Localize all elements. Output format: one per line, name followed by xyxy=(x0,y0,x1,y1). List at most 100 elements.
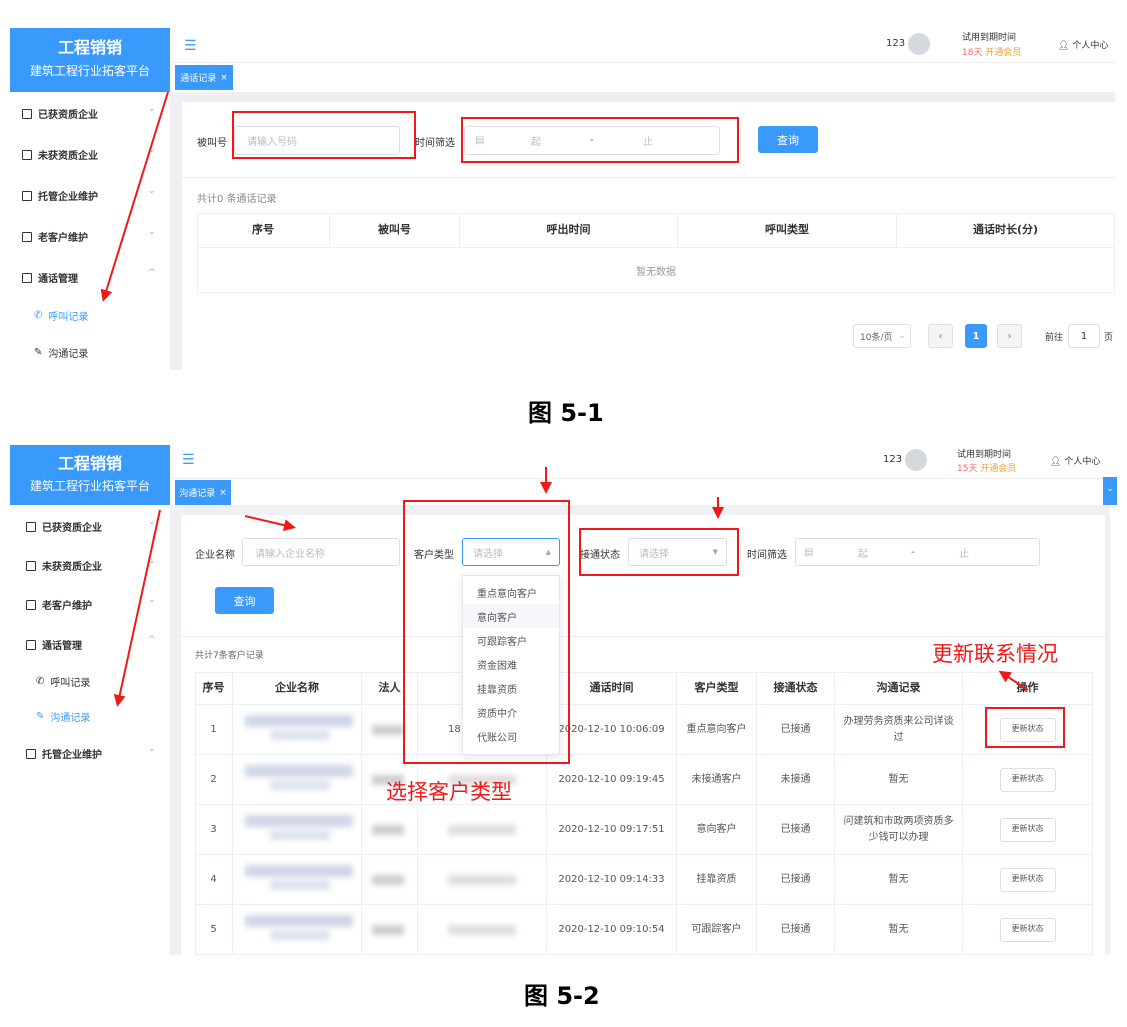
called-label: 被叫号 xyxy=(197,138,227,149)
tab-communication-records[interactable]: 沟通记录 × xyxy=(175,480,231,505)
menu-call-records[interactable]: ✆ 呼叫记录 xyxy=(34,308,88,323)
menu-communication-records[interactable]: ✎ 沟通记录 xyxy=(34,345,88,360)
close-icon[interactable]: × xyxy=(219,488,227,498)
table-cell-time: 2020-12-10 09:10:54 xyxy=(547,905,677,955)
date-end: 止 xyxy=(959,548,969,560)
book-icon xyxy=(22,190,32,201)
hamburger-icon[interactable]: ☰ xyxy=(184,38,197,54)
brand-header: 工程销销 建筑工程行业拓客平台 xyxy=(10,28,170,92)
record-count: 共计0 条通话记录 xyxy=(197,194,277,205)
profile-link[interactable]: 👤︎ 个人中心 xyxy=(1050,454,1100,467)
user-id: 123 xyxy=(886,38,906,49)
building-icon xyxy=(26,521,36,532)
close-icon[interactable]: × xyxy=(220,73,228,83)
table-cell-note: 暂无 xyxy=(835,905,963,955)
divider xyxy=(181,636,1105,637)
chevron-down-icon: ⌄ xyxy=(148,227,156,237)
highlight-box xyxy=(232,111,416,159)
upgrade-link[interactable]: 开通会员 xyxy=(980,464,1016,474)
menu-call-management[interactable]: 通话管理 xyxy=(22,270,78,285)
chevron-down-icon: ⌄ xyxy=(148,556,156,566)
date-range-input[interactable]: ▤ 起 - 止 xyxy=(795,538,1040,566)
company-name-input[interactable]: 请输入企业名称 xyxy=(242,538,400,566)
menu-unqualified-companies[interactable]: 未获资质企业 xyxy=(22,147,98,162)
tab-scroll-button[interactable]: ⌄ xyxy=(1103,477,1117,505)
highlight-box xyxy=(403,500,570,764)
redacted-company-name xyxy=(270,730,330,740)
upgrade-link[interactable]: 开通会员 xyxy=(985,48,1021,58)
date-sep: - xyxy=(911,546,915,558)
redacted-legal-person xyxy=(372,925,404,935)
divider xyxy=(182,177,1115,178)
avatar[interactable] xyxy=(905,449,927,471)
highlight-box xyxy=(985,707,1065,748)
update-status-button[interactable]: 更新状态 xyxy=(999,867,1056,892)
tab-call-records[interactable]: 通话记录 × xyxy=(175,65,233,90)
column-header: 呼叫类型 xyxy=(678,213,897,248)
figure-caption: 图 5-2 xyxy=(524,982,600,1010)
column-header: 沟通记录 xyxy=(835,672,963,705)
table-cell-type: 挂靠资质 xyxy=(677,855,757,905)
goto-label: 前往 xyxy=(1045,333,1064,343)
company-label: 企业名称 xyxy=(195,550,235,561)
menu-call-management[interactable]: 通话管理 xyxy=(26,637,82,652)
placeholder: 请输入企业名称 xyxy=(255,548,325,560)
hamburger-icon[interactable]: ☰ xyxy=(182,452,195,468)
user-icon xyxy=(26,599,36,610)
next-page-button[interactable]: › xyxy=(997,324,1022,348)
time-filter-label: 时间筛选 xyxy=(747,550,787,561)
menu-label: 已获资质企业 xyxy=(38,110,98,121)
query-button[interactable]: 查询 xyxy=(215,587,274,614)
table-cell-status: 已接通 xyxy=(757,905,835,955)
column-header: 被叫号 xyxy=(330,213,460,248)
query-button[interactable]: 查询 xyxy=(758,126,818,153)
avatar[interactable] xyxy=(908,33,930,55)
profile-label: 个人中心 xyxy=(1072,41,1109,51)
building-icon xyxy=(22,108,32,119)
menu-label: 通话管理 xyxy=(42,641,82,652)
phone-icon: ✆ xyxy=(34,310,43,321)
column-header: 序号 xyxy=(197,213,330,248)
brand-title: 工程销销 xyxy=(57,454,122,473)
update-status-button[interactable]: 更新状态 xyxy=(999,817,1056,842)
table-cell-no: 3 xyxy=(195,805,233,855)
menu-call-records[interactable]: ✆ 呼叫记录 xyxy=(36,674,90,689)
date-start: 起 xyxy=(858,548,868,560)
profile-link[interactable]: 👤︎ 个人中心 xyxy=(1058,38,1108,51)
redacted-company-name xyxy=(245,865,353,877)
goto-page-input[interactable]: 1 xyxy=(1068,324,1100,348)
menu-managed-companies[interactable]: 托管企业维护 xyxy=(26,746,102,761)
menu-communication-records[interactable]: ✎ 沟通记录 xyxy=(36,709,90,724)
office-icon xyxy=(22,149,32,160)
calendar-icon: ▤ xyxy=(804,546,814,558)
page-suffix: 页 xyxy=(1104,333,1114,343)
user-icon xyxy=(22,231,32,242)
table-cell-note: 办理劳务资质来公司详谈过 xyxy=(835,705,963,755)
menu-unqualified-companies[interactable]: 未获资质企业 xyxy=(26,558,102,573)
update-status-button[interactable]: 更新状态 xyxy=(999,767,1056,792)
menu-label: 未获资质企业 xyxy=(42,562,102,573)
annotation-select-type: 选择客户类型 xyxy=(386,780,512,804)
page-size-select[interactable]: 10条/页 ⌄ xyxy=(853,324,911,348)
table-cell-status: 已接通 xyxy=(757,705,835,755)
table-cell-note: 暂无 xyxy=(835,855,963,905)
chevron-up-icon: ^ xyxy=(148,268,156,278)
figure-caption: 图 5-1 xyxy=(528,399,604,427)
prev-page-button[interactable]: ‹ xyxy=(928,324,953,348)
trial-label: 试用到期时间 xyxy=(962,33,1017,43)
book-icon xyxy=(26,748,36,759)
table-cell-status: 已接通 xyxy=(757,805,835,855)
redacted-company-name xyxy=(270,930,330,940)
menu-old-customers[interactable]: 老客户维护 xyxy=(26,597,92,612)
menu-qualified-companies[interactable]: 已获资质企业 xyxy=(26,519,102,534)
edit-icon: ✎ xyxy=(34,347,43,358)
redacted-company-name xyxy=(245,915,353,927)
menu-qualified-companies[interactable]: 已获资质企业 xyxy=(22,106,98,121)
brand-title: 工程销销 xyxy=(57,38,122,57)
action-cell: 更新状态 xyxy=(963,805,1093,855)
menu-label: 沟通记录 xyxy=(48,349,89,360)
menu-old-customers[interactable]: 老客户维护 xyxy=(22,229,88,244)
update-status-button[interactable]: 更新状态 xyxy=(999,917,1056,942)
menu-managed-companies[interactable]: 托管企业维护 xyxy=(22,188,98,203)
page-1-button[interactable]: 1 xyxy=(965,324,987,348)
